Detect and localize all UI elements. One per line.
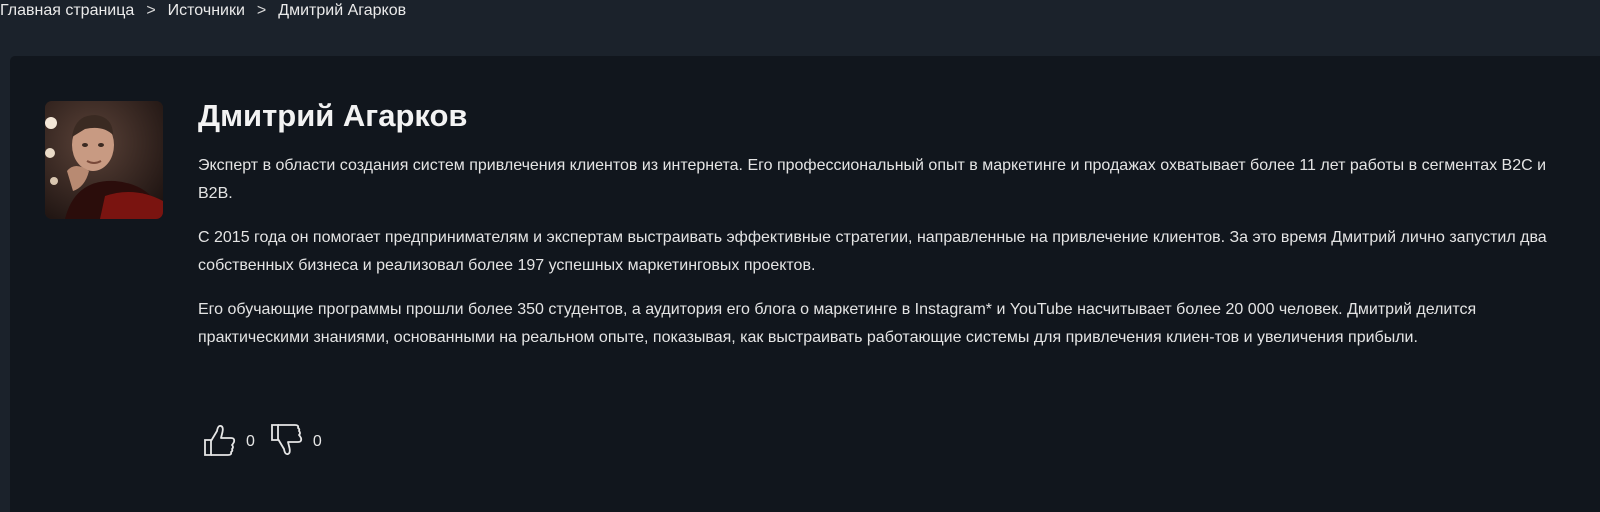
author-photo: [45, 101, 163, 219]
author-card: Дмитрий Агарков Эксперт в области создан…: [10, 56, 1600, 512]
author-name: Дмитрий Агарков: [198, 98, 468, 133]
avatar: [45, 101, 163, 219]
breadcrumb: Главная страница > Источники > Дмитрий А…: [0, 0, 406, 22]
dislike-count: 0: [312, 433, 322, 450]
thumbs-up-icon: [202, 422, 238, 463]
breadcrumb-sources-link[interactable]: Источники: [168, 2, 245, 20]
breadcrumb-home-link[interactable]: Главная страница: [0, 2, 134, 20]
author-bio-paragraph: С 2015 года он помогает предпринимателям…: [198, 229, 1547, 274]
breadcrumb-separator: >: [256, 2, 267, 19]
reactions-bar: 0 0: [202, 422, 336, 462]
dislike-button[interactable]: 0: [269, 422, 336, 463]
breadcrumb-current: Дмитрий Агарков: [278, 2, 407, 19]
author-info: Дмитрий Агарков Эксперт в области создан…: [198, 98, 1583, 368]
thumbs-down-icon: [269, 422, 305, 463]
author-bio-paragraph: Эксперт в области создания систем привле…: [198, 157, 1547, 202]
like-count: 0: [246, 433, 255, 450]
author-bio-paragraph: Его обучающие программы прошли более 350…: [198, 301, 1477, 346]
like-button[interactable]: 0: [202, 422, 269, 463]
breadcrumb-separator: >: [146, 2, 156, 19]
